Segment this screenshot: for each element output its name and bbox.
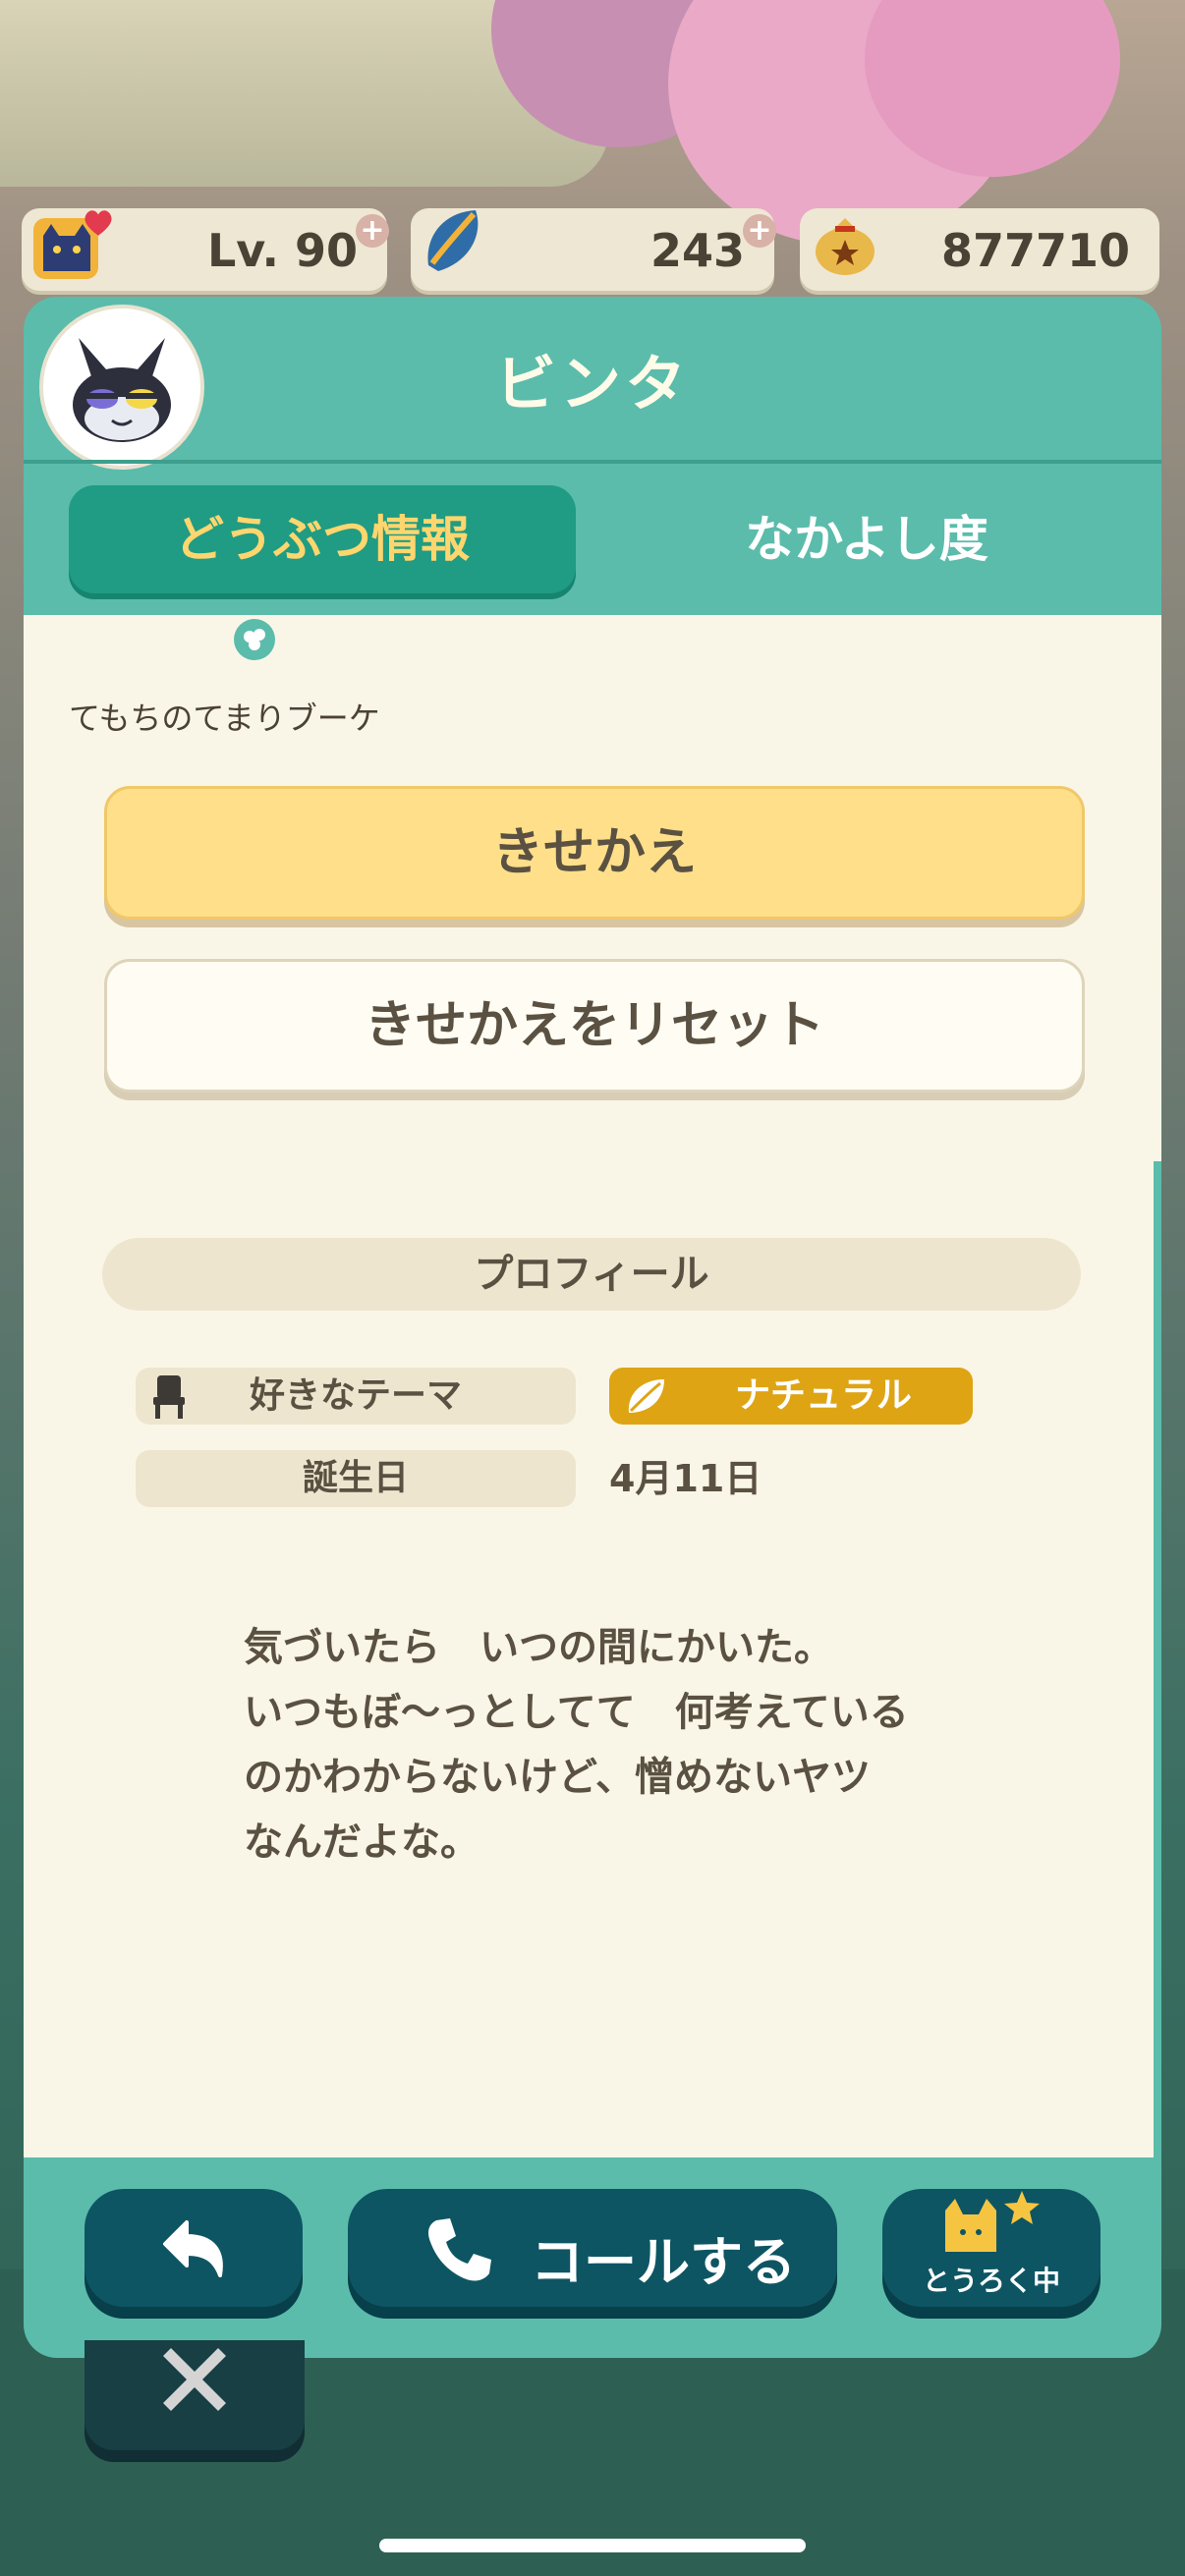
call-button-label: コールする [531, 2231, 796, 2293]
back-button[interactable] [85, 2189, 303, 2307]
profile-heading: プロフィール [102, 1238, 1081, 1311]
close-icon [163, 2348, 226, 2411]
birthday-label: 誕生日 [136, 1450, 576, 1507]
favorite-theme-text: 好きなテーマ [249, 1375, 462, 1416]
cat-star-icon [945, 2191, 1040, 2252]
tab-bar: どうぶつ情報 なかよし度 [24, 464, 1161, 615]
bouquet-icon [234, 619, 275, 660]
chair-icon [153, 1375, 185, 1419]
heart-icon [85, 210, 112, 236]
leaf-icon [628, 1379, 664, 1413]
plus-icon[interactable]: + [356, 214, 389, 248]
registered-label: とうろく中 [922, 2265, 1060, 2297]
content-area[interactable]: てもちのてまりブーケ きせかえ きせかえをリセット プロフィール 好きなテーマ … [24, 615, 1161, 2157]
modal-header: ビンタ [24, 297, 1161, 470]
villager-info-modal: ビンタ どうぶつ情報 なかよし度 てもちのてまりブーケ きせかえ きせかえをリセ… [24, 297, 1161, 2358]
birthday-value: 4月11日 [609, 1457, 762, 1500]
bells-counter[interactable]: 877710 [800, 208, 1159, 291]
level-counter[interactable]: Lv. 90 + [22, 208, 389, 291]
plus-icon[interactable]: + [743, 214, 776, 248]
favorite-theme-value: ナチュラル [735, 1375, 913, 1416]
dress-up-button[interactable]: きせかえ [104, 786, 1085, 920]
bell-bag-icon [816, 218, 875, 275]
modal-footer: コールする とうろく中 [24, 2157, 1161, 2358]
leaf-ticket-value: 243 [649, 224, 745, 277]
tab-animal-info[interactable]: どうぶつ情報 [69, 485, 576, 593]
scrollbar[interactable] [1154, 1161, 1161, 2157]
close-button[interactable] [85, 2340, 305, 2450]
back-arrow-icon [163, 2220, 223, 2277]
tab-friendship[interactable]: なかよし度 [613, 485, 1120, 593]
favorite-theme-badge: ナチュラル [609, 1368, 973, 1425]
villager-name: ビンタ [494, 348, 690, 420]
call-button[interactable]: コールする [348, 2189, 837, 2307]
villager-description: 気づいたら いつの間にかいた。 いつもぼ〜っとしてて 何考えている のかわからな… [244, 1625, 909, 1865]
favorite-theme-label: 好きなテーマ [136, 1368, 576, 1425]
held-item-label: てもちのてまりブーケ [69, 700, 380, 737]
phone-icon [428, 2218, 491, 2281]
registered-button[interactable]: とうろく中 [882, 2189, 1100, 2307]
home-indicator[interactable] [379, 2539, 806, 2552]
bells-value: 877710 [940, 224, 1130, 277]
reset-dress-up-button[interactable]: きせかえをリセット [104, 959, 1085, 1092]
leaf-ticket-counter[interactable]: 243 + [411, 208, 776, 291]
leaf-ticket-icon [427, 210, 479, 271]
level-value: Lv. 90 [206, 224, 358, 277]
